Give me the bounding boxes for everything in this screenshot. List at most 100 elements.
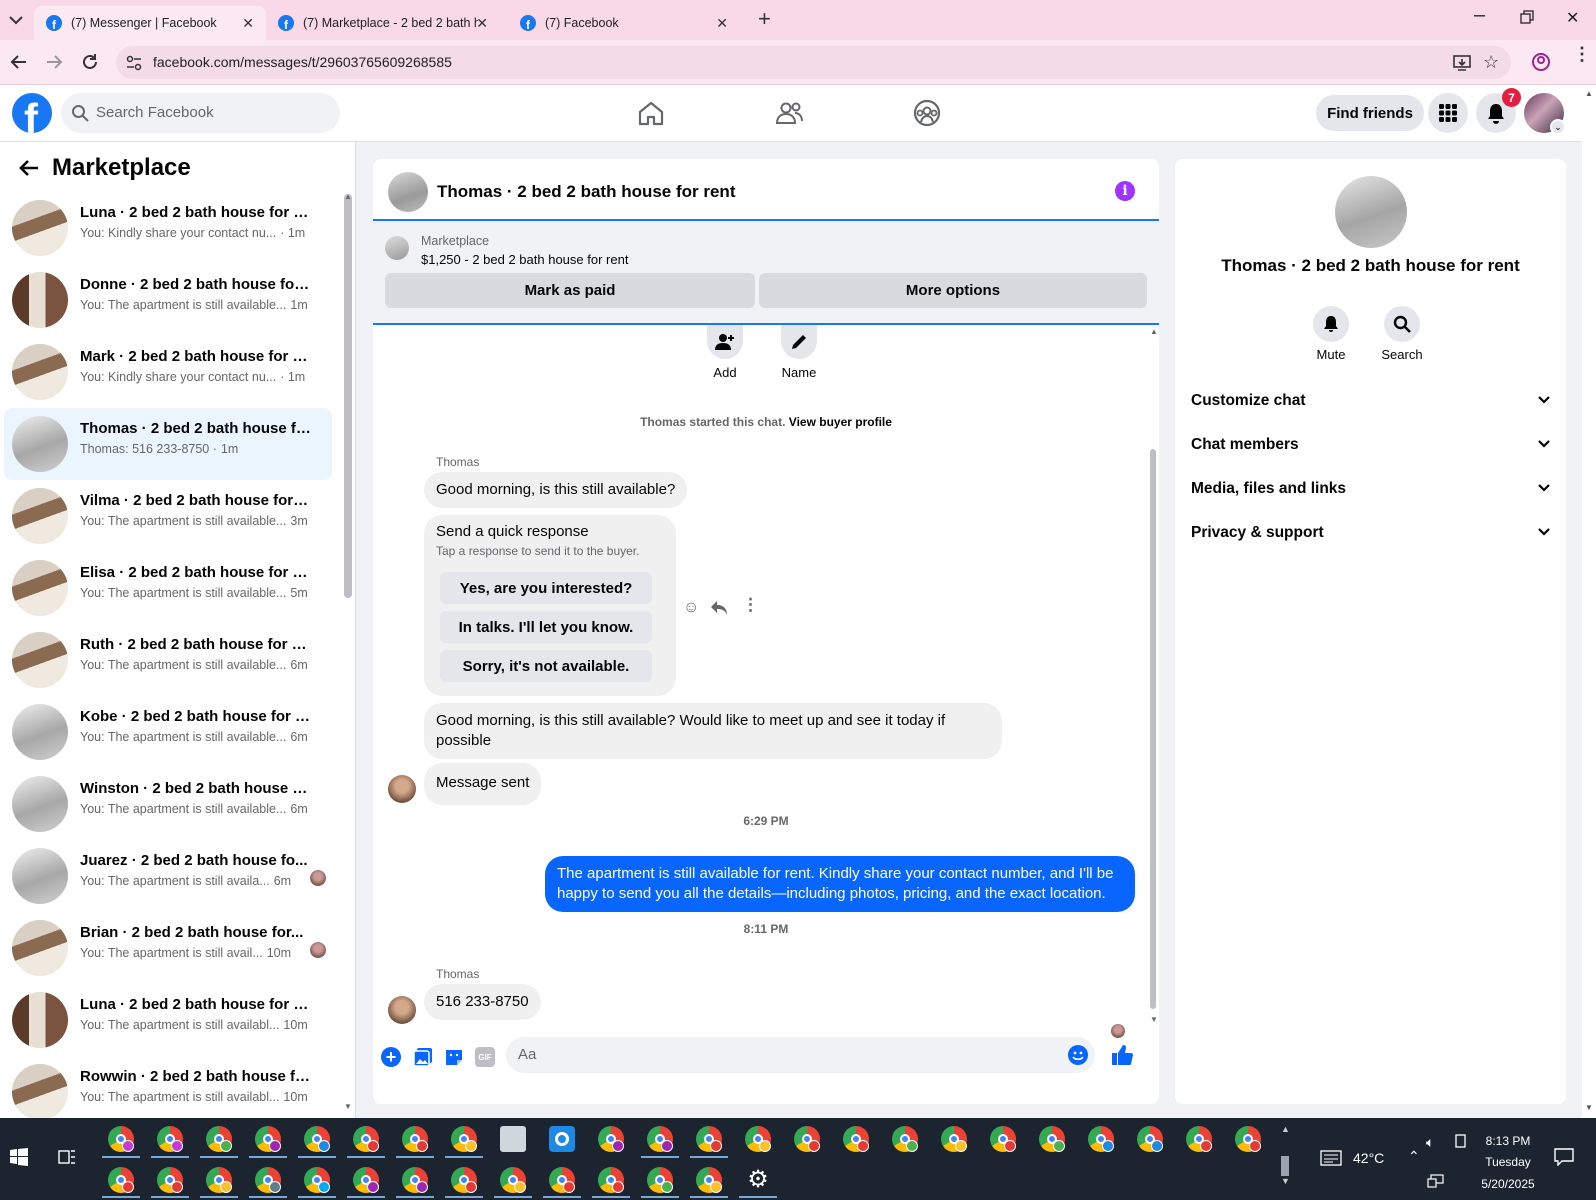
emoji-picker-icon[interactable]: [1068, 1045, 1088, 1065]
facebook-logo-icon[interactable]: f: [12, 93, 52, 133]
groups-icon[interactable]: [913, 99, 941, 127]
conversation-item[interactable]: Elisa · 2 bed 2 bath house for rent You: …: [4, 552, 332, 624]
message-bubble[interactable]: Good morning, is this still available?: [424, 472, 688, 508]
message-bubble[interactable]: Message sent: [424, 763, 542, 805]
find-friends-button[interactable]: Find friends: [1316, 95, 1424, 131]
reply-icon[interactable]: [710, 600, 728, 616]
back-icon[interactable]: [10, 53, 28, 71]
list-scroll-up-icon[interactable]: ▲: [344, 192, 352, 201]
privacy-support-section[interactable]: Privacy & support: [1191, 524, 1551, 542]
chrome-taskbar-icon[interactable]: [794, 1126, 820, 1152]
chrome-taskbar-icon[interactable]: [990, 1126, 1016, 1152]
scroll-down-icon[interactable]: ▼: [1585, 1103, 1593, 1112]
search-in-chat-button[interactable]: [1384, 306, 1420, 342]
conversation-item[interactable]: Juarez · 2 bed 2 bath house fo... You: Th…: [4, 840, 332, 912]
chrome-taskbar-icon[interactable]: [1088, 1126, 1114, 1152]
sender-avatar[interactable]: [388, 996, 416, 1024]
task-view-icon[interactable]: [58, 1149, 76, 1165]
media-files-links-section[interactable]: Media, files and links: [1191, 480, 1551, 498]
mark-as-paid-button[interactable]: Mark as paid: [385, 273, 755, 308]
minimize-icon[interactable]: –: [1474, 4, 1485, 27]
chrome-taskbar-icon[interactable]: [696, 1167, 722, 1193]
new-tab-button[interactable]: +: [758, 6, 771, 32]
taskbar-scroll-thumb[interactable]: [1281, 1156, 1289, 1176]
chrome-taskbar-icon[interactable]: [941, 1126, 967, 1152]
chrome-taskbar-icon[interactable]: [892, 1126, 918, 1152]
chrome-taskbar-icon[interactable]: [353, 1126, 379, 1152]
chat-scrollbar[interactable]: ▲ ▼: [1147, 325, 1159, 1033]
chrome-taskbar-icon[interactable]: [745, 1126, 771, 1152]
chrome-taskbar-icon[interactable]: [206, 1167, 232, 1193]
chat-members-section[interactable]: Chat members: [1191, 436, 1551, 454]
message-bubble[interactable]: Good morning, is this still available? W…: [424, 703, 1002, 759]
gif-icon[interactable]: GIF: [475, 1047, 495, 1067]
friends-icon[interactable]: [775, 100, 803, 126]
chat-scroll-thumb[interactable]: [1150, 449, 1156, 1009]
search-input[interactable]: Search Facebook: [61, 93, 340, 133]
chrome-taskbar-icon[interactable]: [647, 1167, 673, 1193]
tab-facebook[interactable]: f (7) Facebook ✕: [508, 6, 740, 40]
conversation-item[interactable]: Donne · 2 bed 2 bath house for ... You: T…: [4, 264, 332, 336]
view-buyer-profile-link[interactable]: View buyer profile: [789, 415, 892, 429]
react-emoji-icon[interactable]: ☺: [683, 599, 699, 617]
list-scrollbar-thumb[interactable]: [344, 194, 352, 598]
chrome-taskbar-icon[interactable]: [402, 1167, 428, 1193]
chrome-taskbar-icon[interactable]: [255, 1126, 281, 1152]
bookmark-star-icon[interactable]: ☆: [1483, 52, 1499, 73]
add-people-button[interactable]: [707, 325, 743, 359]
message-input[interactable]: Aa: [506, 1037, 1095, 1073]
quick-reply-button[interactable]: In talks. I'll let you know.: [440, 611, 652, 643]
sender-avatar[interactable]: [388, 775, 416, 803]
conversation-item[interactable]: Luna · 2 bed 2 bath house for rent You: K…: [4, 192, 332, 264]
taskbar-scroll[interactable]: ▲ ▼: [1281, 1124, 1293, 1194]
quick-reply-button[interactable]: Yes, are you interested?: [440, 572, 652, 604]
photo-attach-icon[interactable]: [413, 1047, 433, 1067]
account-chevron-icon[interactable]: ⌄: [1550, 119, 1566, 135]
chrome-taskbar-icon[interactable]: [157, 1167, 183, 1193]
chat-scroll-down-icon[interactable]: ▼: [1150, 1015, 1158, 1024]
forward-icon[interactable]: [45, 53, 63, 71]
conversation-item[interactable]: Luna · 2 bed 2 bath house for rent You: T…: [4, 984, 332, 1056]
sticker-icon[interactable]: [444, 1047, 464, 1067]
url-text[interactable]: facebook.com/messages/t/2960376560926858…: [153, 54, 452, 70]
quick-reply-button[interactable]: Sorry, it's not available.: [440, 650, 652, 682]
conversation-item[interactable]: Mark · 2 bed 2 bath house for re... You: …: [4, 336, 332, 408]
scroll-up-icon[interactable]: ▲: [1585, 89, 1593, 98]
app-taskbar-icon[interactable]: [549, 1126, 575, 1152]
edit-name-button[interactable]: [781, 325, 817, 359]
menu-grid-button[interactable]: [1428, 93, 1468, 133]
chat-title[interactable]: Thomas · 2 bed 2 bath house for rent: [437, 182, 735, 202]
details-avatar[interactable]: [1335, 176, 1407, 248]
info-icon[interactable]: i: [1115, 181, 1135, 201]
customize-chat-section[interactable]: Customize chat: [1191, 392, 1551, 410]
chrome-taskbar-icon[interactable]: [206, 1126, 232, 1152]
chrome-taskbar-icon[interactable]: [255, 1167, 281, 1193]
settings-taskbar-icon[interactable]: ⚙: [745, 1167, 771, 1193]
chrome-taskbar-icon[interactable]: [1039, 1126, 1065, 1152]
clock-date[interactable]: 5/20/2025: [1468, 1177, 1548, 1191]
chrome-taskbar-icon[interactable]: [696, 1126, 722, 1152]
chrome-taskbar-icon[interactable]: [1186, 1126, 1212, 1152]
list-scroll-down-icon[interactable]: ▼: [344, 1102, 352, 1111]
tab-messenger[interactable]: f (7) Messenger | Facebook ✕: [34, 6, 266, 40]
more-options-button[interactable]: More options: [759, 273, 1147, 308]
chrome-taskbar-icon[interactable]: [108, 1167, 134, 1193]
windows-start-icon[interactable]: [10, 1148, 28, 1166]
chrome-taskbar-icon[interactable]: [304, 1167, 330, 1193]
close-tab-icon[interactable]: ✕: [242, 15, 254, 32]
message-bubble[interactable]: 516 233-8750: [424, 984, 541, 1020]
close-tab-icon[interactable]: ✕: [716, 15, 728, 32]
reload-icon[interactable]: [80, 52, 100, 72]
conversation-item[interactable]: Ruth · 2 bed 2 bath house for rent You: T…: [4, 624, 332, 696]
chrome-taskbar-icon[interactable]: [500, 1167, 526, 1193]
profile-icon[interactable]: [1531, 52, 1551, 72]
conversation-item[interactable]: Rowwin · 2 bed 2 bath house for... You: T…: [4, 1056, 332, 1118]
chat-scroll-up-icon[interactable]: ▲: [1150, 327, 1158, 336]
device-icon[interactable]: [1454, 1134, 1468, 1150]
hidden-icons-chevron-icon[interactable]: ⌃: [1408, 1148, 1420, 1165]
chrome-taskbar-icon[interactable]: [843, 1126, 869, 1152]
site-info-icon[interactable]: [126, 55, 142, 71]
page-scrollbar[interactable]: ▲ ▼: [1582, 85, 1596, 1118]
weather-icon[interactable]: [1320, 1150, 1342, 1166]
conversation-item[interactable]: Brian · 2 bed 2 bath house for... You: Th…: [4, 912, 332, 984]
